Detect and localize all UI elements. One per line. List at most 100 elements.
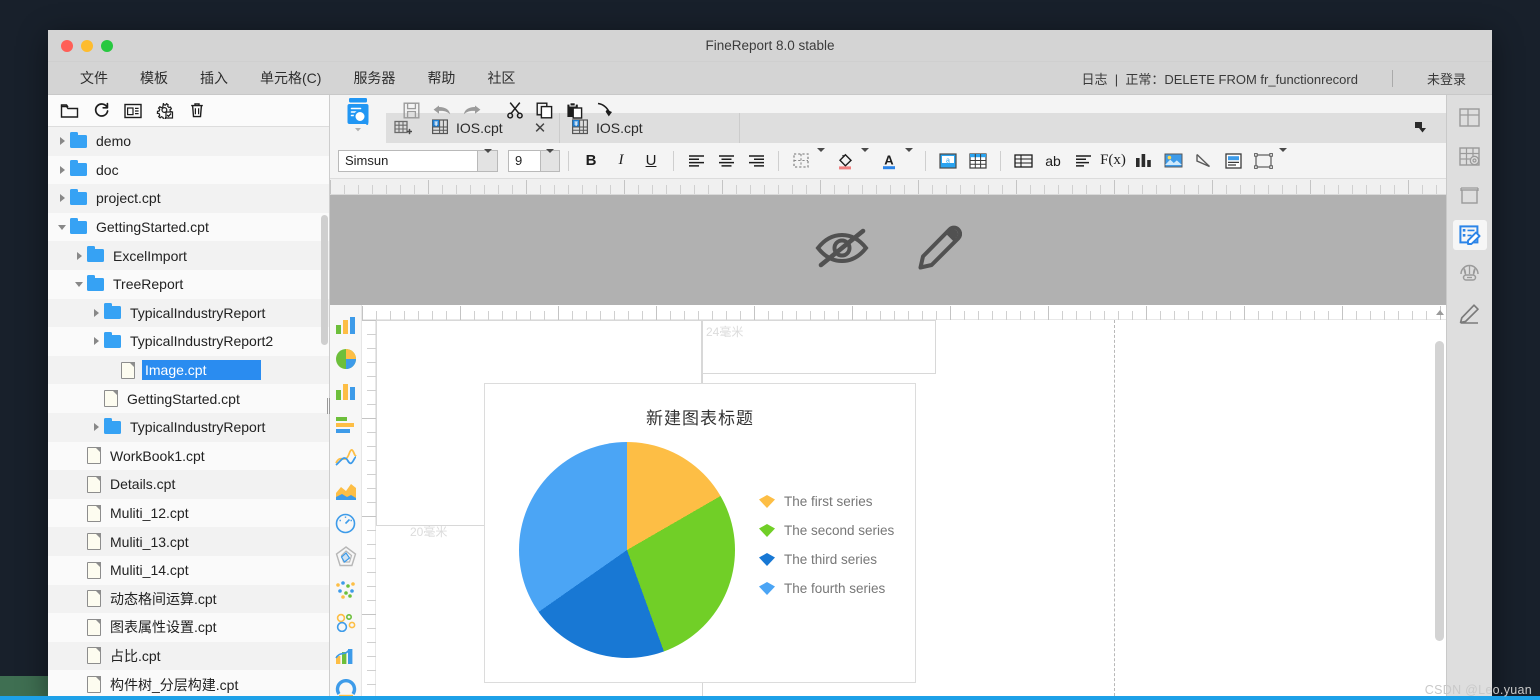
tree-node[interactable]: Muliti_13.cpt [48,527,329,556]
insert-image-cell-icon[interactable]: a [934,148,962,174]
chevron-down-icon[interactable] [1279,152,1287,170]
chevron-down-icon[interactable] [477,151,497,171]
menu-item-server[interactable]: 服务器 [343,65,405,91]
pencil-icon[interactable] [916,225,962,276]
legend-item[interactable]: The third series [759,552,894,567]
copy-icon[interactable] [531,97,558,123]
scatter-chart-icon[interactable] [333,577,359,602]
tree-node[interactable]: doc [48,156,329,185]
menu-item-help[interactable]: 帮助 [417,65,465,91]
canvas-scrollbar-thumb[interactable] [1435,341,1444,641]
vertical-ruler[interactable] [362,320,376,700]
insert-paragraph-icon[interactable] [1069,148,1097,174]
tree-node[interactable]: 动态格间运算.cpt [48,585,329,614]
tree-node[interactable]: 图表属性设置.cpt [48,613,329,642]
tree-scrollbar-thumb[interactable] [321,215,328,345]
chevron-expanded-icon[interactable] [71,276,87,292]
font-family-select[interactable]: Simsun [338,150,498,172]
insert-formula-icon[interactable]: F(x) [1099,148,1127,174]
hyperlink-icon[interactable] [1453,259,1487,289]
tree-node[interactable]: Details.cpt [48,470,329,499]
tree-node[interactable]: Muliti_14.cpt [48,556,329,585]
insert-table-icon[interactable] [964,148,992,174]
radar-chart-icon[interactable] [333,544,359,569]
eye-off-icon[interactable] [814,226,870,275]
login-state[interactable]: 未登录 [1427,69,1466,88]
menu-item-cell[interactable]: 单元格(C) [250,65,331,91]
insert-picture-icon[interactable] [1159,148,1187,174]
align-center-icon[interactable] [712,148,740,174]
font-color-icon[interactable]: A [875,148,903,174]
save-icon[interactable] [398,97,425,123]
report-edit-icon[interactable] [1453,220,1487,250]
bubble-chart-icon[interactable] [333,610,359,635]
chevron-collapsed-icon[interactable] [54,162,70,178]
chevron-collapsed-icon[interactable] [88,333,104,349]
insert-dataset-icon[interactable] [1009,148,1037,174]
tree-node[interactable]: Image.cpt [48,356,329,385]
cell-settings-icon[interactable] [1453,142,1487,172]
canvas-scrollbar[interactable] [1435,323,1444,689]
undo-icon[interactable] [428,97,455,123]
format-painter-icon[interactable] [591,97,618,123]
area-chart-icon[interactable] [333,478,359,503]
open-folder-icon[interactable] [56,99,82,123]
tree-node[interactable]: GettingStarted.cpt [48,384,329,413]
horizontal-ruler[interactable] [362,305,1446,320]
paste-icon[interactable] [561,97,588,123]
font-size-select[interactable]: 9 [508,150,560,172]
bar-chart-icon[interactable] [333,379,359,404]
refresh-icon[interactable] [88,99,114,123]
tree-node[interactable]: TypicalIndustryReport2 [48,327,329,356]
chevron-down-icon[interactable] [817,152,825,170]
cut-icon[interactable] [501,97,528,123]
tree-node[interactable]: TreeReport [48,270,329,299]
menu-item-file[interactable]: 文件 [70,65,118,91]
legend-item[interactable]: The second series [759,523,894,538]
italic-button[interactable]: I [607,148,635,174]
cell-attribute-icon[interactable] [1453,103,1487,133]
insert-line-icon[interactable] [1189,148,1217,174]
tree-node[interactable]: Muliti_12.cpt [48,499,329,528]
chevron-collapsed-icon[interactable] [54,133,70,149]
insert-text-icon[interactable]: ab [1039,148,1067,174]
chevron-collapsed-icon[interactable] [88,305,104,321]
tree-node[interactable]: TypicalIndustryReport [48,299,329,328]
scroll-up-button[interactable] [1434,307,1445,318]
redo-icon[interactable] [458,97,485,123]
insert-frame-icon[interactable] [1249,148,1277,174]
pen-icon[interactable] [1453,298,1487,328]
tree-node[interactable]: GettingStarted.cpt [48,213,329,242]
tree-node[interactable]: demo [48,127,329,156]
legend-item[interactable]: The first series [759,494,894,509]
tree-node[interactable]: ExcelImport [48,241,329,270]
app-logo-icon[interactable] [330,95,386,143]
insert-chart-icon[interactable] [1129,148,1157,174]
combo-chart-icon[interactable] [333,643,359,668]
tree-node[interactable]: 占比.cpt [48,642,329,671]
chevron-collapsed-icon[interactable] [54,190,70,206]
align-left-icon[interactable] [682,148,710,174]
pie-chart[interactable] [519,442,735,658]
menu-item-template[interactable]: 模板 [130,65,178,91]
border-icon[interactable] [787,148,815,174]
chevron-down-icon[interactable] [905,152,913,170]
chevron-expanded-icon[interactable] [54,219,70,235]
chevron-down-icon[interactable] [861,152,869,170]
new-report-icon[interactable] [120,99,146,123]
insert-subreport-icon[interactable] [1219,148,1247,174]
menu-item-community[interactable]: 社区 [477,65,525,91]
align-right-icon[interactable] [742,148,770,174]
menu-item-insert[interactable]: 插入 [190,65,238,91]
tree-node[interactable]: WorkBook1.cpt [48,442,329,471]
tree-node[interactable]: 构件树_分层构建.cpt [48,670,329,699]
report-canvas[interactable]: 24毫米 20毫米 新建图表标题 The first seriesThe sec… [362,305,1446,700]
settings-report-icon[interactable] [152,99,178,123]
flag-dropdown-icon[interactable] [1398,113,1446,143]
stacked-bar-icon[interactable] [333,412,359,437]
cell-region-b[interactable] [702,320,936,374]
chevron-collapsed-icon[interactable] [71,248,87,264]
delete-icon[interactable] [184,99,210,123]
chevron-down-icon[interactable] [540,151,559,171]
line-chart-icon[interactable] [333,445,359,470]
